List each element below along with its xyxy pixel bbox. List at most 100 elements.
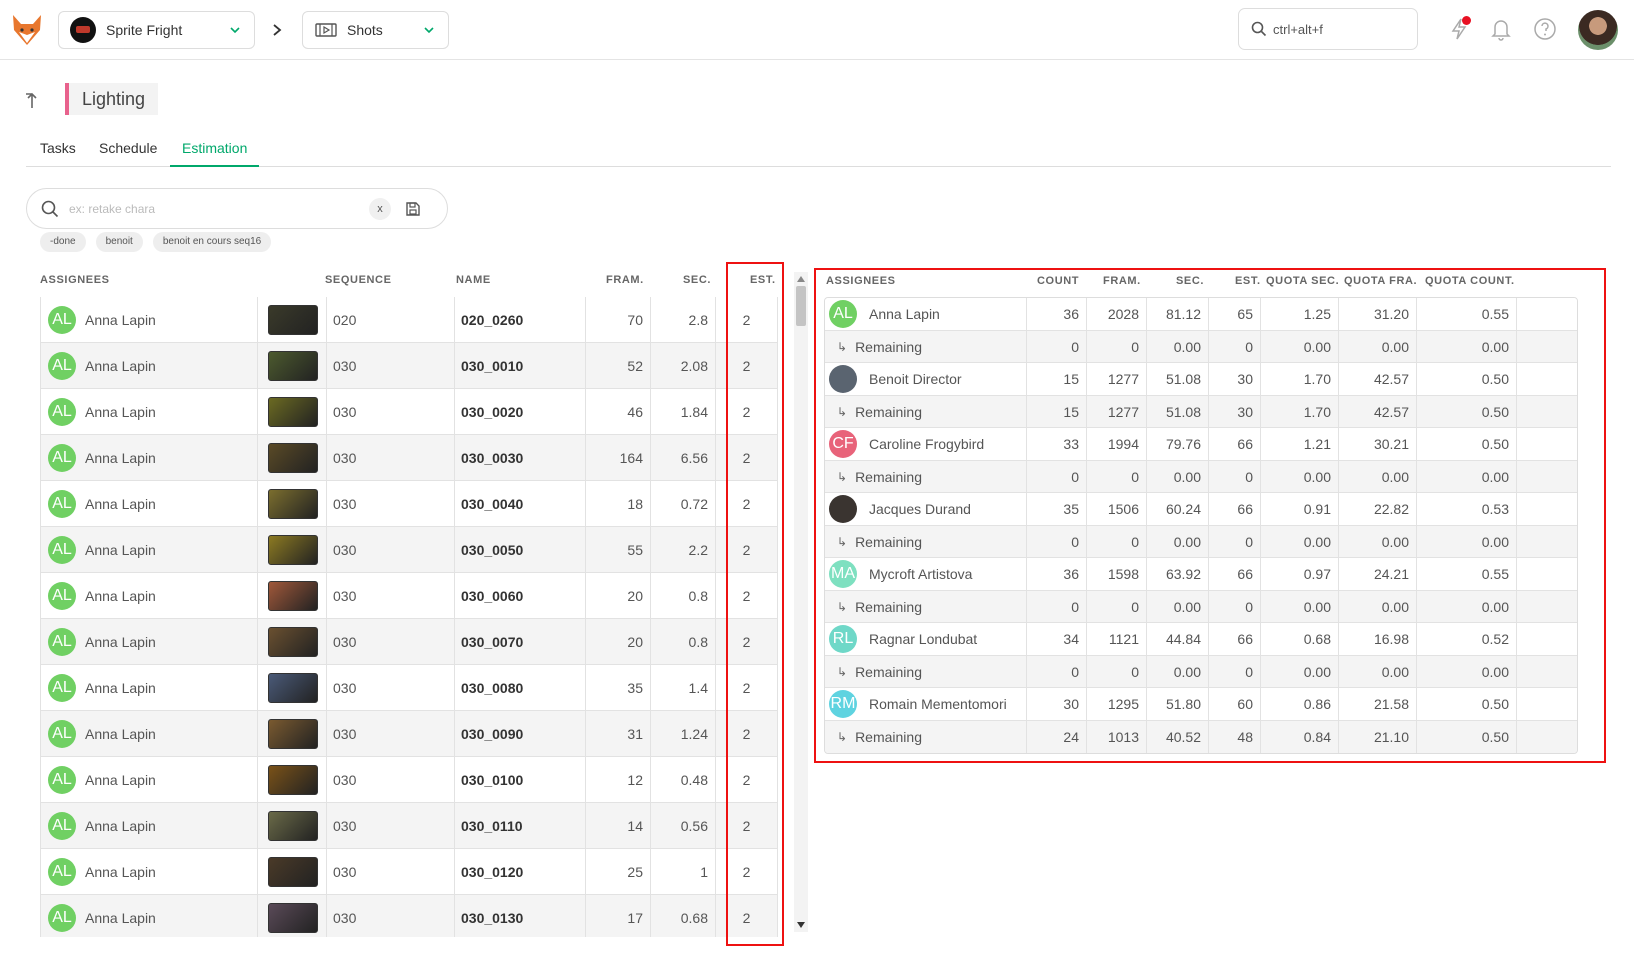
fox-logo-icon[interactable] [10,12,44,48]
shot-thumbnail[interactable] [267,764,318,795]
tab-estimation[interactable]: Estimation [170,136,260,167]
tab-tasks[interactable]: Tasks [40,136,76,167]
table-row[interactable]: AL Anna Lapin 030 030_0070 20 0.8 2 [40,619,778,665]
thumbnail-cell[interactable] [257,297,327,342]
thumbnail-cell[interactable] [257,711,327,756]
clear-search-button[interactable]: x [369,197,391,220]
shot-name-cell[interactable]: 030_0120 [454,849,585,894]
filter-chip[interactable]: benoit en cours seq16 [152,232,272,252]
estimation-cell[interactable]: 2 [715,435,778,480]
filter-chip[interactable]: benoit [95,232,143,252]
bell-icon[interactable] [1488,16,1514,42]
thumbnail-cell[interactable] [257,481,327,526]
thumbnail-cell[interactable] [257,343,327,388]
summary-assignee-cell[interactable]: RL Ragnar Londubat [825,623,1026,655]
assignee-cell[interactable]: AL Anna Lapin [40,665,240,710]
table-row[interactable]: AL Anna Lapin 030 030_0010 52 2.08 2 [40,343,778,389]
shot-name-cell[interactable]: 030_0130 [454,895,585,937]
estimation-cell[interactable]: 2 [715,573,778,618]
save-icon[interactable] [405,201,421,217]
scrollbar-thumb[interactable] [796,286,806,326]
thumbnail-cell[interactable] [257,619,327,664]
assignee-cell[interactable]: AL Anna Lapin [40,343,240,388]
shot-name-cell[interactable]: 030_0030 [454,435,585,480]
table-row[interactable]: AL Anna Lapin 020 020_0260 70 2.8 2 [40,297,778,343]
assignee-cell[interactable]: AL Anna Lapin [40,481,240,526]
summary-assignee-cell[interactable]: MA Mycroft Artistova [825,558,1026,590]
shot-thumbnail[interactable] [267,488,318,519]
shot-name-cell[interactable]: 030_0020 [454,389,585,434]
shot-thumbnail[interactable] [267,442,318,473]
summary-assignee-cell[interactable]: AL Anna Lapin [825,298,1026,330]
assignee-cell[interactable]: AL Anna Lapin [40,803,240,848]
table-row[interactable]: AL Anna Lapin 030 030_0120 25 1 2 [40,849,778,895]
shot-name-cell[interactable]: 030_0110 [454,803,585,848]
shot-name-cell[interactable]: 030_0090 [454,711,585,756]
assignee-cell[interactable]: AL Anna Lapin [40,757,240,802]
table-row[interactable]: AL Anna Lapin 030 030_0130 17 0.68 2 [40,895,778,937]
table-row[interactable]: AL Anna Lapin 030 030_0050 55 2.2 2 [40,527,778,573]
user-avatar[interactable] [1578,10,1618,50]
assignee-cell[interactable]: AL Anna Lapin [40,297,240,342]
assignee-cell[interactable]: AL Anna Lapin [40,435,240,480]
estimation-cell[interactable]: 2 [715,343,778,388]
table-row[interactable]: AL Anna Lapin 030 030_0060 20 0.8 2 [40,573,778,619]
shot-thumbnail[interactable] [267,718,318,749]
summary-assignee-cell[interactable]: RM Romain Mementomori [825,688,1026,720]
shot-thumbnail[interactable] [267,672,318,703]
assignee-cell[interactable]: AL Anna Lapin [40,849,240,894]
production-select[interactable]: Sprite Fright [58,11,255,49]
global-search[interactable]: ctrl+alt+f [1238,8,1418,50]
table-scrollbar[interactable] [794,272,808,932]
shot-thumbnail[interactable] [267,626,318,657]
estimation-cell[interactable]: 2 [715,297,778,342]
search-input[interactable] [69,201,359,216]
shot-thumbnail[interactable] [267,810,318,841]
assignee-cell[interactable]: AL Anna Lapin [40,527,240,572]
estimation-cell[interactable]: 2 [715,757,778,802]
estimation-cell[interactable]: 2 [715,619,778,664]
shot-thumbnail[interactable] [267,856,318,887]
estimation-cell[interactable]: 2 [715,527,778,572]
thumbnail-cell[interactable] [257,389,327,434]
estimation-cell[interactable]: 2 [715,711,778,756]
shot-thumbnail[interactable] [267,350,318,381]
assignee-cell[interactable]: AL Anna Lapin [40,895,240,937]
scroll-down-icon[interactable] [797,922,805,928]
estimation-cell[interactable]: 2 [715,849,778,894]
thumbnail-cell[interactable] [257,665,327,710]
estimation-cell[interactable]: 2 [715,895,778,937]
thumbnail-cell[interactable] [257,573,327,618]
table-row[interactable]: AL Anna Lapin 030 030_0100 12 0.48 2 [40,757,778,803]
estimation-cell[interactable]: 2 [715,665,778,710]
estimation-cell[interactable]: 2 [715,481,778,526]
section-select[interactable]: Shots [302,11,449,49]
thumbnail-cell[interactable] [257,803,327,848]
table-row[interactable]: AL Anna Lapin 030 030_0090 31 1.24 2 [40,711,778,757]
help-icon[interactable] [1532,16,1558,42]
filter-chip[interactable]: -done [40,232,86,252]
assignee-cell[interactable]: AL Anna Lapin [40,573,240,618]
assignee-cell[interactable]: AL Anna Lapin [40,619,240,664]
shot-name-cell[interactable]: 020_0260 [454,297,585,342]
estimation-cell[interactable]: 2 [715,803,778,848]
shot-name-cell[interactable]: 030_0100 [454,757,585,802]
shot-thumbnail[interactable] [267,396,318,427]
shot-thumbnail[interactable] [267,534,318,565]
shot-name-cell[interactable]: 030_0010 [454,343,585,388]
assignee-cell[interactable]: AL Anna Lapin [40,711,240,756]
estimation-cell[interactable]: 2 [715,389,778,434]
back-arrow-icon[interactable] [26,90,46,110]
shot-thumbnail[interactable] [267,902,318,933]
thumbnail-cell[interactable] [257,435,327,480]
shot-name-cell[interactable]: 030_0050 [454,527,585,572]
thumbnail-cell[interactable] [257,849,327,894]
tab-schedule[interactable]: Schedule [99,136,157,167]
shot-name-cell[interactable]: 030_0070 [454,619,585,664]
table-row[interactable]: AL Anna Lapin 030 030_0030 164 6.56 2 [40,435,778,481]
summary-assignee-cell[interactable]: CF Caroline Frogybird [825,428,1026,460]
thumbnail-cell[interactable] [257,527,327,572]
scroll-up-icon[interactable] [797,276,805,282]
shot-thumbnail[interactable] [267,304,318,335]
assignee-cell[interactable]: AL Anna Lapin [40,389,240,434]
